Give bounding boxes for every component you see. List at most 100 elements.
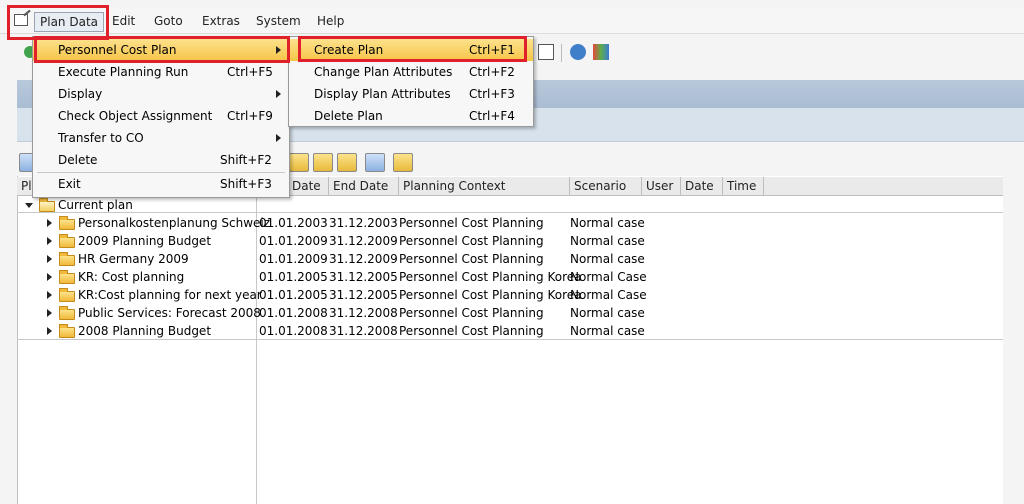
end-date: 31.12.2005 bbox=[329, 288, 398, 302]
menu-help[interactable]: Help bbox=[317, 14, 344, 28]
menu-item-label: Exit bbox=[58, 177, 81, 191]
folder-icon bbox=[59, 288, 75, 302]
column-separator bbox=[398, 177, 399, 196]
menu-goto[interactable]: Goto bbox=[154, 14, 183, 28]
column-separator bbox=[569, 177, 570, 196]
table-row[interactable]: HR Germany 2009 01.01.2009 31.12.2009 Pe… bbox=[17, 250, 1003, 268]
table-row[interactable]: KR: Cost planning 01.01.2005 31.12.2005 … bbox=[17, 268, 1003, 286]
menu-item-label: Display bbox=[58, 87, 103, 101]
menu-item-label: Display Plan Attributes bbox=[314, 87, 451, 101]
start-date: 01.01.2005 bbox=[259, 288, 328, 302]
expand-icon[interactable] bbox=[47, 309, 52, 317]
column-planning-context[interactable]: Planning Context bbox=[403, 179, 506, 193]
menu-item-label: Change Plan Attributes bbox=[314, 65, 453, 79]
menu-plan-data[interactable]: Plan Data bbox=[34, 12, 104, 32]
start-date: 01.01.2003 bbox=[259, 216, 328, 230]
submenu-arrow-icon bbox=[276, 134, 281, 142]
column-end-date[interactable]: End Date bbox=[333, 179, 388, 193]
folder-icon bbox=[59, 252, 75, 266]
menu-edit[interactable]: Edit bbox=[112, 14, 135, 28]
menu-item-exit[interactable]: Exit Shift+F3 bbox=[33, 173, 289, 195]
end-date: 31.12.2003 bbox=[329, 216, 398, 230]
column-time[interactable]: Time bbox=[727, 179, 756, 193]
menu-item-shortcut: Ctrl+F9 bbox=[227, 109, 273, 123]
plan-name: KR: Cost planning bbox=[78, 270, 185, 284]
start-date: 01.01.2008 bbox=[259, 306, 328, 320]
folder-icon bbox=[59, 324, 75, 338]
menu-extras[interactable]: Extras bbox=[202, 14, 240, 28]
expand-icon[interactable] bbox=[47, 291, 52, 299]
table-row[interactable]: 2008 Planning Budget 01.01.2008 31.12.20… bbox=[17, 322, 1003, 340]
submenu-arrow-icon bbox=[276, 46, 281, 54]
table-row[interactable]: 2009 Planning Budget 01.01.2009 31.12.20… bbox=[17, 232, 1003, 250]
toolbar-separator bbox=[561, 44, 562, 62]
expand-icon[interactable] bbox=[47, 219, 52, 227]
menu-system[interactable]: System bbox=[256, 14, 301, 28]
planning-context: Personnel Cost Planning bbox=[399, 216, 544, 230]
end-date: 31.12.2009 bbox=[329, 252, 398, 266]
collapse-icon[interactable] bbox=[25, 203, 33, 208]
expand-icon[interactable] bbox=[47, 273, 52, 281]
tree-root-row[interactable]: Current plan bbox=[17, 196, 1003, 214]
menu-item-shortcut: Ctrl+F3 bbox=[469, 87, 515, 101]
system-menu-icon[interactable] bbox=[14, 14, 28, 26]
tree-tool-button-1[interactable] bbox=[289, 153, 309, 172]
column-separator bbox=[680, 177, 681, 196]
menu-item-display-plan-attributes[interactable]: Display Plan Attributes Ctrl+F3 bbox=[289, 83, 533, 105]
planning-context: Personnel Cost Planning Korea bbox=[399, 270, 582, 284]
column-separator bbox=[763, 177, 764, 196]
menu-item-create-plan[interactable]: Create Plan Ctrl+F1 bbox=[289, 39, 533, 61]
new-session-icon[interactable] bbox=[538, 44, 554, 60]
plan-data-menu: Personnel Cost Plan Execute Planning Run… bbox=[32, 36, 290, 198]
start-date: 01.01.2005 bbox=[259, 270, 328, 284]
column-date[interactable]: Date bbox=[685, 179, 714, 193]
scenario: Normal case bbox=[570, 234, 645, 248]
column-start-date[interactable]: Date bbox=[292, 179, 321, 193]
expand-icon[interactable] bbox=[47, 327, 52, 335]
expand-icon[interactable] bbox=[47, 237, 52, 245]
menu-item-shortcut: Shift+F3 bbox=[220, 177, 272, 191]
scenario: Normal Case bbox=[570, 288, 647, 302]
menu-item-check-object-assignment[interactable]: Check Object Assignment Ctrl+F9 bbox=[33, 105, 289, 127]
scenario: Normal case bbox=[570, 216, 645, 230]
menu-item-shortcut: Ctrl+F5 bbox=[227, 65, 273, 79]
menu-item-display[interactable]: Display bbox=[33, 83, 289, 105]
end-date: 31.12.2005 bbox=[329, 270, 398, 284]
tree-root-label: Current plan bbox=[58, 198, 133, 212]
table-row[interactable]: KR:Cost planning for next year 01.01.200… bbox=[17, 286, 1003, 304]
column-scenario[interactable]: Scenario bbox=[574, 179, 626, 193]
plan-name: 2009 Planning Budget bbox=[78, 234, 212, 248]
start-date: 01.01.2009 bbox=[259, 234, 328, 248]
check-plan-button[interactable] bbox=[337, 153, 357, 172]
menu-item-shortcut: Shift+F2 bbox=[220, 153, 272, 167]
refresh-button[interactable] bbox=[365, 153, 385, 172]
column-plan[interactable]: Pl bbox=[21, 179, 32, 193]
submenu-arrow-icon bbox=[276, 90, 281, 98]
menu-item-change-plan-attributes[interactable]: Change Plan Attributes Ctrl+F2 bbox=[289, 61, 533, 83]
customize-layout-icon[interactable] bbox=[593, 44, 609, 60]
menu-item-execute-planning-run[interactable]: Execute Planning Run Ctrl+F5 bbox=[33, 61, 289, 83]
menu-bar: Plan Data Edit Goto Extras System Help bbox=[0, 8, 1024, 34]
column-user[interactable]: User bbox=[646, 179, 673, 193]
planning-context: Personnel Cost Planning Korea bbox=[399, 288, 582, 302]
menu-item-delete-plan[interactable]: Delete Plan Ctrl+F4 bbox=[289, 105, 533, 127]
help-icon[interactable] bbox=[570, 44, 586, 60]
column-separator bbox=[641, 177, 642, 196]
planning-context: Personnel Cost Planning bbox=[399, 234, 544, 248]
edit-plan-button[interactable] bbox=[313, 153, 333, 172]
menu-item-delete[interactable]: Delete Shift+F2 bbox=[33, 149, 289, 171]
table-row[interactable]: Personalkostenplanung Schweiz 01.01.2003… bbox=[17, 214, 1003, 232]
planning-context: Personnel Cost Planning bbox=[399, 252, 544, 266]
expand-icon[interactable] bbox=[47, 255, 52, 263]
menu-item-label: Execute Planning Run bbox=[58, 65, 189, 79]
table-row[interactable]: Public Services: Forecast 2008 01.01.200… bbox=[17, 304, 1003, 322]
export-button[interactable] bbox=[393, 153, 413, 172]
folder-icon bbox=[59, 234, 75, 248]
end-date: 31.12.2009 bbox=[329, 234, 398, 248]
plan-name: KR:Cost planning for next year bbox=[78, 288, 262, 302]
plan-name: Public Services: Forecast 2008 bbox=[78, 306, 261, 320]
menu-item-personnel-cost-plan[interactable]: Personnel Cost Plan bbox=[33, 39, 289, 61]
menu-item-transfer-to-co[interactable]: Transfer to CO bbox=[33, 127, 289, 149]
menu-item-label: Transfer to CO bbox=[58, 131, 144, 145]
menu-item-shortcut: Ctrl+F2 bbox=[469, 65, 515, 79]
